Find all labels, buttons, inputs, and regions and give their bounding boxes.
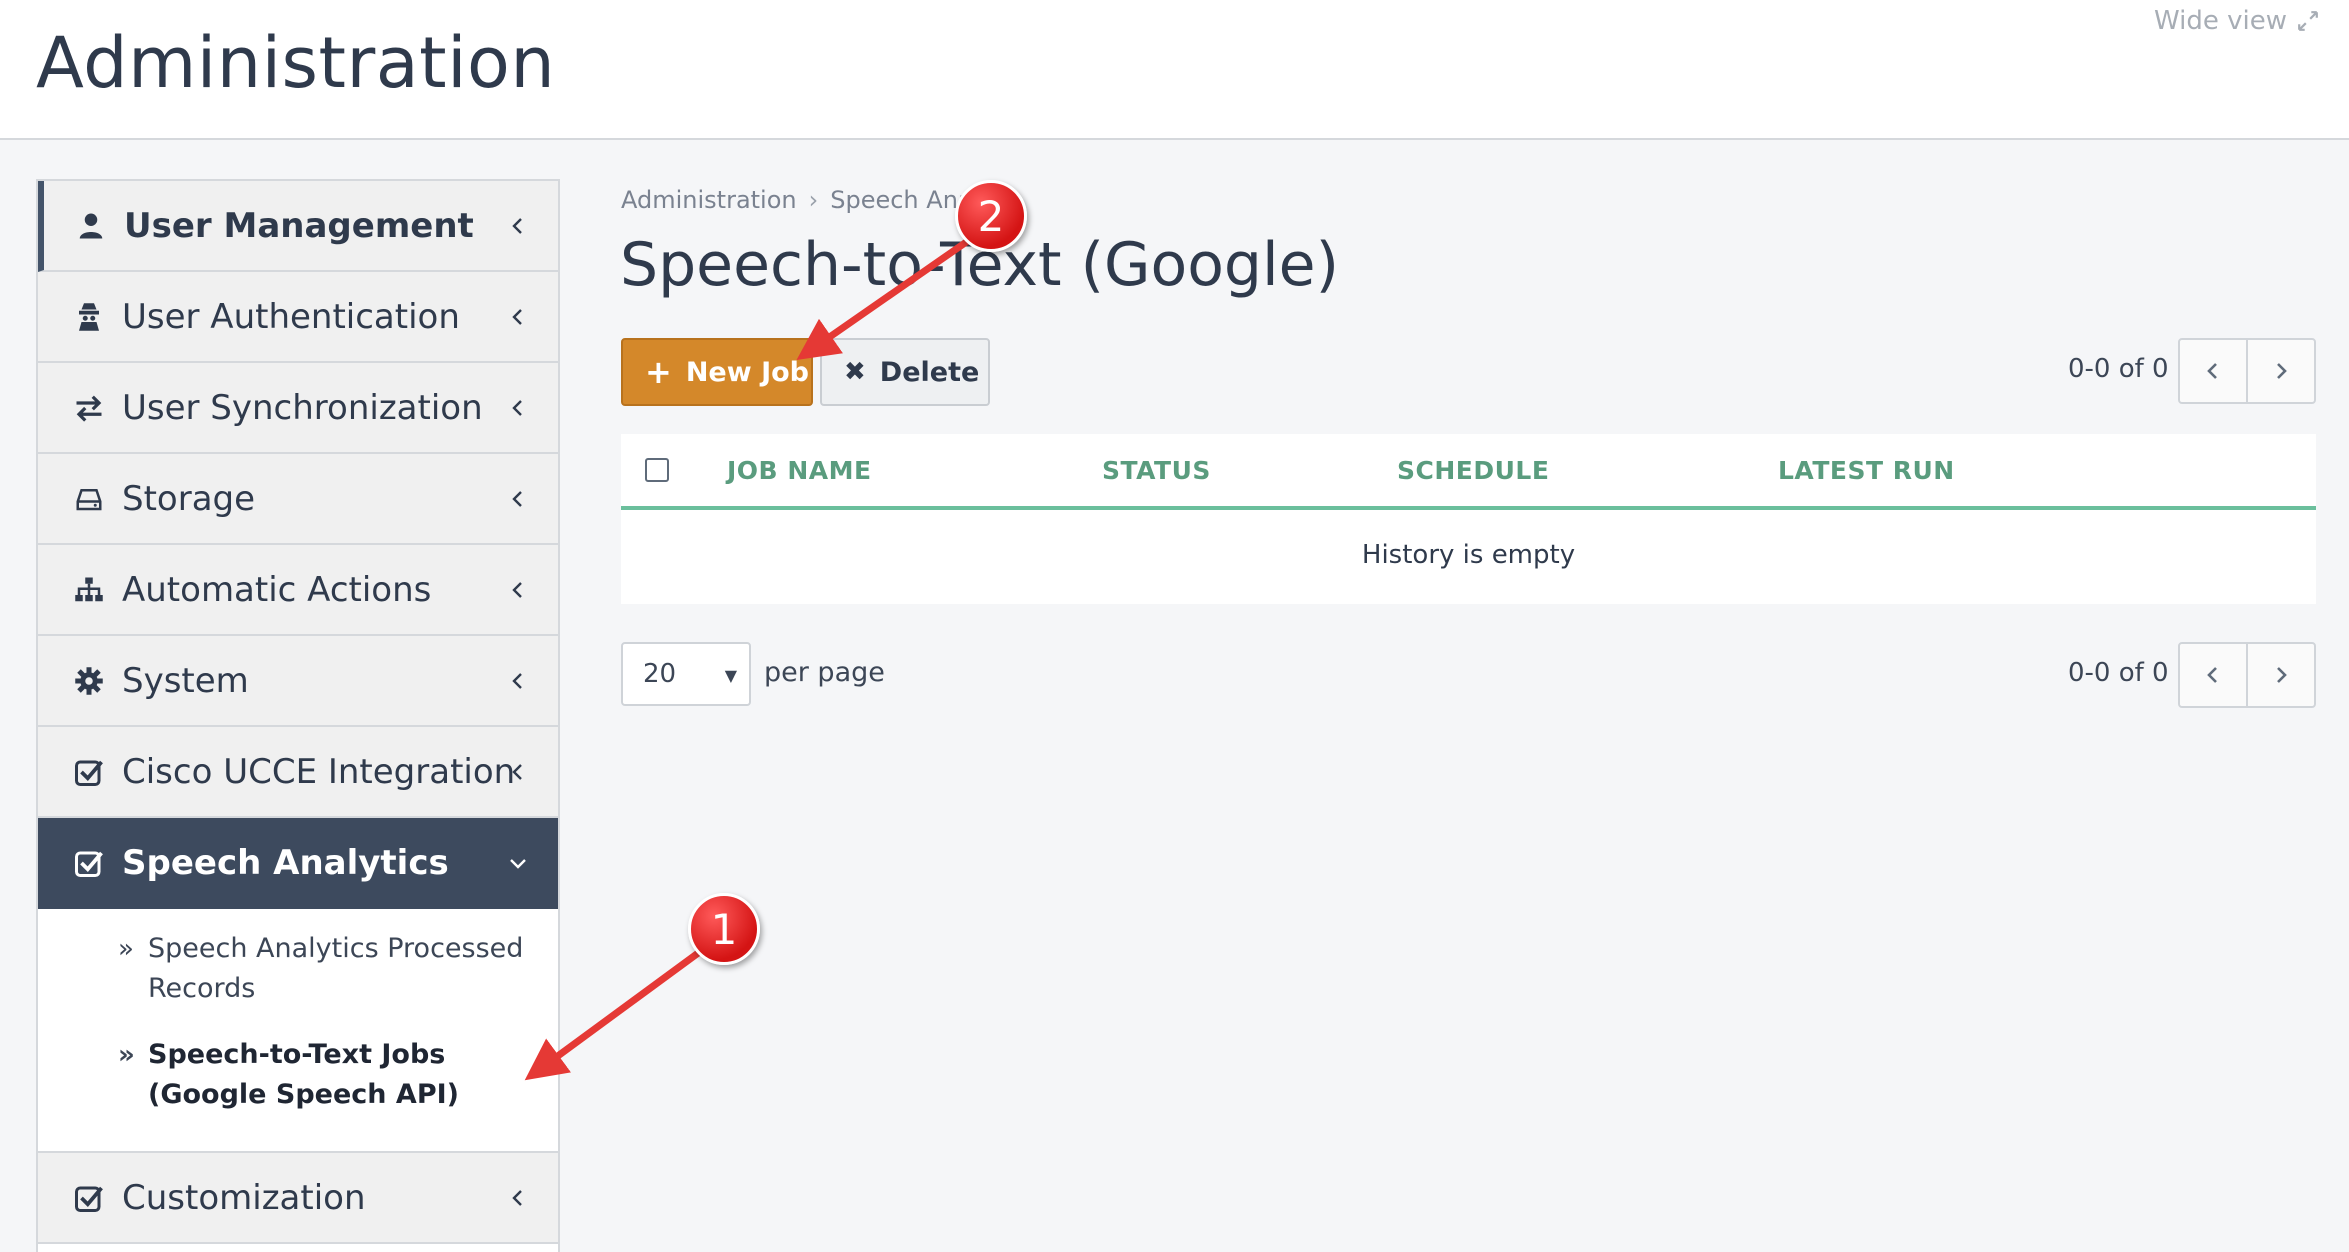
chevron-right-icon: [2277, 363, 2287, 379]
table-header: JOB NAME STATUS SCHEDULE LATEST RUN: [621, 434, 2316, 510]
annotation-callout-1: 1: [688, 893, 760, 965]
sidebar-item-label: Storage: [122, 478, 256, 519]
chevron-left-icon: [2207, 667, 2217, 683]
speech-analytics-submenu: » Speech Analytics Processed Records » S…: [38, 909, 558, 1153]
hdd-icon: [72, 482, 106, 516]
next-page-button[interactable]: [2246, 644, 2314, 706]
sidebar-item-label: User Authentication: [122, 296, 460, 337]
chevron-left-icon: [512, 308, 522, 325]
pagination-range-bottom: 0-0 of 0: [2068, 658, 2169, 688]
chevron-left-icon: [512, 1189, 522, 1206]
expand-icon: [2298, 11, 2318, 31]
sidebar-item-label: Cisco UCCE Integration: [122, 751, 516, 792]
submenu-item-label: Speech-to-Text Jobs (Google Speech API): [148, 1039, 459, 1110]
double-chevron-right-icon: »: [118, 934, 134, 964]
pagination-bottom: [2178, 642, 2316, 708]
submenu-item-speech-to-text-jobs[interactable]: » Speech-to-Text Jobs (Google Speech API…: [38, 1035, 558, 1115]
plus-icon: +: [645, 353, 672, 391]
submenu-item-processed-records[interactable]: » Speech Analytics Processed Records: [38, 929, 558, 1009]
sidebar-item-label: System: [122, 660, 249, 701]
top-header: Administration Wide view: [0, 0, 2349, 140]
wide-view-label: Wide view: [2154, 6, 2287, 36]
chevron-right-icon: ›: [808, 186, 819, 214]
per-page-select[interactable]: 20 ▼: [621, 642, 751, 706]
per-page-label: per page: [764, 657, 885, 688]
pagination-top: [2178, 338, 2316, 404]
column-header-job-name[interactable]: JOB NAME: [727, 456, 872, 485]
checkbox-icon: [72, 1181, 106, 1215]
empty-table-message: History is empty: [1361, 540, 1576, 570]
chevron-left-icon: [512, 399, 522, 416]
double-chevron-right-icon: »: [118, 1040, 135, 1070]
per-page-value: 20: [643, 659, 677, 689]
checkbox-icon: [72, 755, 106, 789]
pagination-range-top: 0-0 of 0: [2068, 354, 2169, 384]
column-header-latest-run[interactable]: LATEST RUN: [1778, 456, 1955, 485]
sidebar-item-label: User Synchronization: [122, 387, 483, 428]
sidebar-item-label: Automatic Actions: [122, 569, 432, 610]
user-secret-icon: [72, 300, 106, 334]
chevron-right-icon: [2277, 667, 2287, 683]
chevron-left-icon: [512, 763, 522, 780]
submenu-item-label: Speech Analytics Processed Records: [148, 933, 524, 1004]
chevron-left-icon: [512, 490, 522, 507]
new-job-label: New Job: [685, 356, 809, 388]
sitemap-icon: [72, 573, 106, 607]
sidebar-item-label: Speech Analytics: [122, 842, 449, 883]
new-job-button[interactable]: + New Job: [621, 338, 813, 406]
sidebar-item-storage[interactable]: Storage: [38, 454, 558, 545]
exchange-icon: [72, 391, 106, 425]
app-title: Administration: [36, 22, 556, 104]
breadcrumb: Administration › Speech Analy: [621, 186, 993, 214]
chevron-down-icon: [510, 858, 526, 869]
sidebar-item-user-management[interactable]: User Management: [38, 181, 558, 272]
caret-down-icon: ▼: [724, 666, 737, 685]
annotation-arrow-1: [524, 945, 708, 1081]
sidebar-item-system[interactable]: System: [38, 636, 558, 727]
wide-view-toggle[interactable]: Wide view: [2154, 6, 2319, 36]
select-all-checkbox[interactable]: [645, 458, 669, 482]
checkbox-icon: [72, 846, 106, 880]
sidebar-item-cisco-ucce-integration[interactable]: Cisco UCCE Integration: [38, 727, 558, 818]
sidebar-item-speech-analytics[interactable]: Speech Analytics: [38, 818, 558, 909]
gear-icon: [72, 664, 106, 698]
close-icon: ✖: [844, 357, 866, 387]
previous-page-button[interactable]: [2180, 644, 2246, 706]
delete-label: Delete: [879, 356, 980, 388]
delete-button[interactable]: ✖ Delete: [820, 338, 990, 406]
chevron-left-icon: [512, 217, 522, 234]
sidebar-item-label: User Management: [124, 205, 474, 246]
chevron-left-icon: [512, 672, 522, 689]
sidebar-nav: User Management User Authentication User…: [36, 179, 560, 1252]
sidebar-item-automatic-actions[interactable]: Automatic Actions: [38, 545, 558, 636]
column-header-schedule[interactable]: SCHEDULE: [1397, 456, 1549, 485]
next-page-button[interactable]: [2246, 340, 2314, 402]
sidebar-item-user-authentication[interactable]: User Authentication: [38, 272, 558, 363]
sidebar-item-customization[interactable]: Customization: [38, 1153, 558, 1244]
previous-page-button[interactable]: [2180, 340, 2246, 402]
sidebar-item-label: Customization: [122, 1177, 366, 1218]
breadcrumb-root-link[interactable]: Administration: [621, 186, 797, 214]
chevron-left-icon: [2207, 363, 2217, 379]
chevron-left-icon: [512, 581, 522, 598]
column-header-status[interactable]: STATUS: [1102, 456, 1211, 485]
jobs-table: JOB NAME STATUS SCHEDULE LATEST RUN Hist…: [621, 434, 2316, 604]
annotation-callout-2: 2: [955, 180, 1027, 252]
user-icon: [74, 209, 108, 243]
sidebar-item-user-synchronization[interactable]: User Synchronization: [38, 363, 558, 454]
